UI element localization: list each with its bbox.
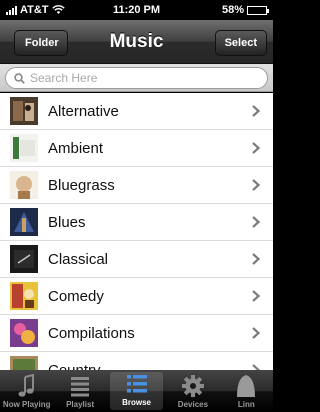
tab-bar: Now Playing Playlist Browse Devices Linn [0, 370, 273, 412]
album-art-bluegrass-icon [10, 171, 38, 199]
tab-label: Now Playing [2, 400, 51, 409]
chevron-right-icon [252, 216, 261, 228]
chevron-right-icon [252, 327, 261, 339]
music-note-icon [18, 374, 34, 397]
album-art-alternative-icon [10, 97, 38, 125]
genre-row[interactable]: Alternative [0, 93, 273, 130]
genre-label: Country [48, 361, 101, 371]
album-art-country-icon [10, 356, 38, 370]
album-art-classical-icon [10, 245, 38, 273]
chevron-right-icon [252, 179, 261, 191]
chevron-right-icon [252, 290, 261, 302]
genre-label: Compilations [48, 324, 135, 342]
list-icon [71, 377, 90, 397]
tab-browse[interactable]: Browse [109, 372, 164, 410]
browse-list-icon [126, 375, 147, 393]
navigation-bar: Folder Music Select [0, 20, 273, 64]
tab-label: Browse [122, 398, 151, 407]
search-icon [14, 72, 25, 84]
folder-back-label: Folder [25, 37, 59, 49]
genre-label: Blues [48, 213, 86, 231]
genre-label: Bluegrass [48, 176, 115, 194]
album-art-comedy-icon [10, 282, 38, 310]
status-bar: AT&T 11:20 PM 58% [0, 0, 273, 20]
tab-now-playing[interactable]: Now Playing [0, 370, 53, 412]
tab-label: Devices [177, 400, 209, 409]
genre-row[interactable]: Country [0, 352, 273, 370]
tab-label: Playlist [66, 400, 95, 409]
gear-icon [181, 375, 204, 397]
tab-devices[interactable]: Devices [166, 370, 219, 412]
chevron-right-icon [252, 253, 261, 265]
chevron-right-icon [252, 105, 261, 117]
genre-label: Alternative [48, 102, 119, 120]
genre-row[interactable]: Ambient [0, 130, 273, 167]
search-field[interactable] [5, 67, 268, 89]
battery-indicator: 58% [221, 4, 269, 16]
battery-percent: 58% [221, 4, 244, 16]
chevron-right-icon [252, 142, 261, 154]
genre-row[interactable]: Bluegrass [0, 167, 273, 204]
tab-playlist[interactable]: Playlist [53, 370, 106, 412]
genre-label: Ambient [48, 139, 104, 157]
genre-label: Classical [48, 250, 109, 268]
album-art-compilations-icon [10, 319, 38, 347]
genre-row[interactable]: Compilations [0, 315, 273, 352]
search-input[interactable] [30, 71, 230, 85]
tab-label: Linn [237, 400, 255, 409]
album-art-blues-icon [10, 208, 38, 236]
genre-label: Comedy [48, 287, 104, 305]
genre-row[interactable]: Blues [0, 204, 273, 241]
search-bar [0, 64, 273, 92]
linn-icon [237, 375, 256, 397]
album-art-ambient-icon [10, 134, 38, 162]
select-button[interactable]: Select [214, 30, 267, 56]
tab-linn[interactable]: Linn [220, 370, 273, 412]
folder-back-button[interactable]: Folder [14, 30, 68, 56]
page-title: Music [109, 31, 164, 52]
genre-row[interactable]: Comedy [0, 278, 273, 315]
genre-list: Alternative Ambient Bluegrass Blues Clas… [0, 93, 273, 370]
battery-icon [247, 5, 269, 15]
genre-row[interactable]: Classical [0, 241, 273, 278]
